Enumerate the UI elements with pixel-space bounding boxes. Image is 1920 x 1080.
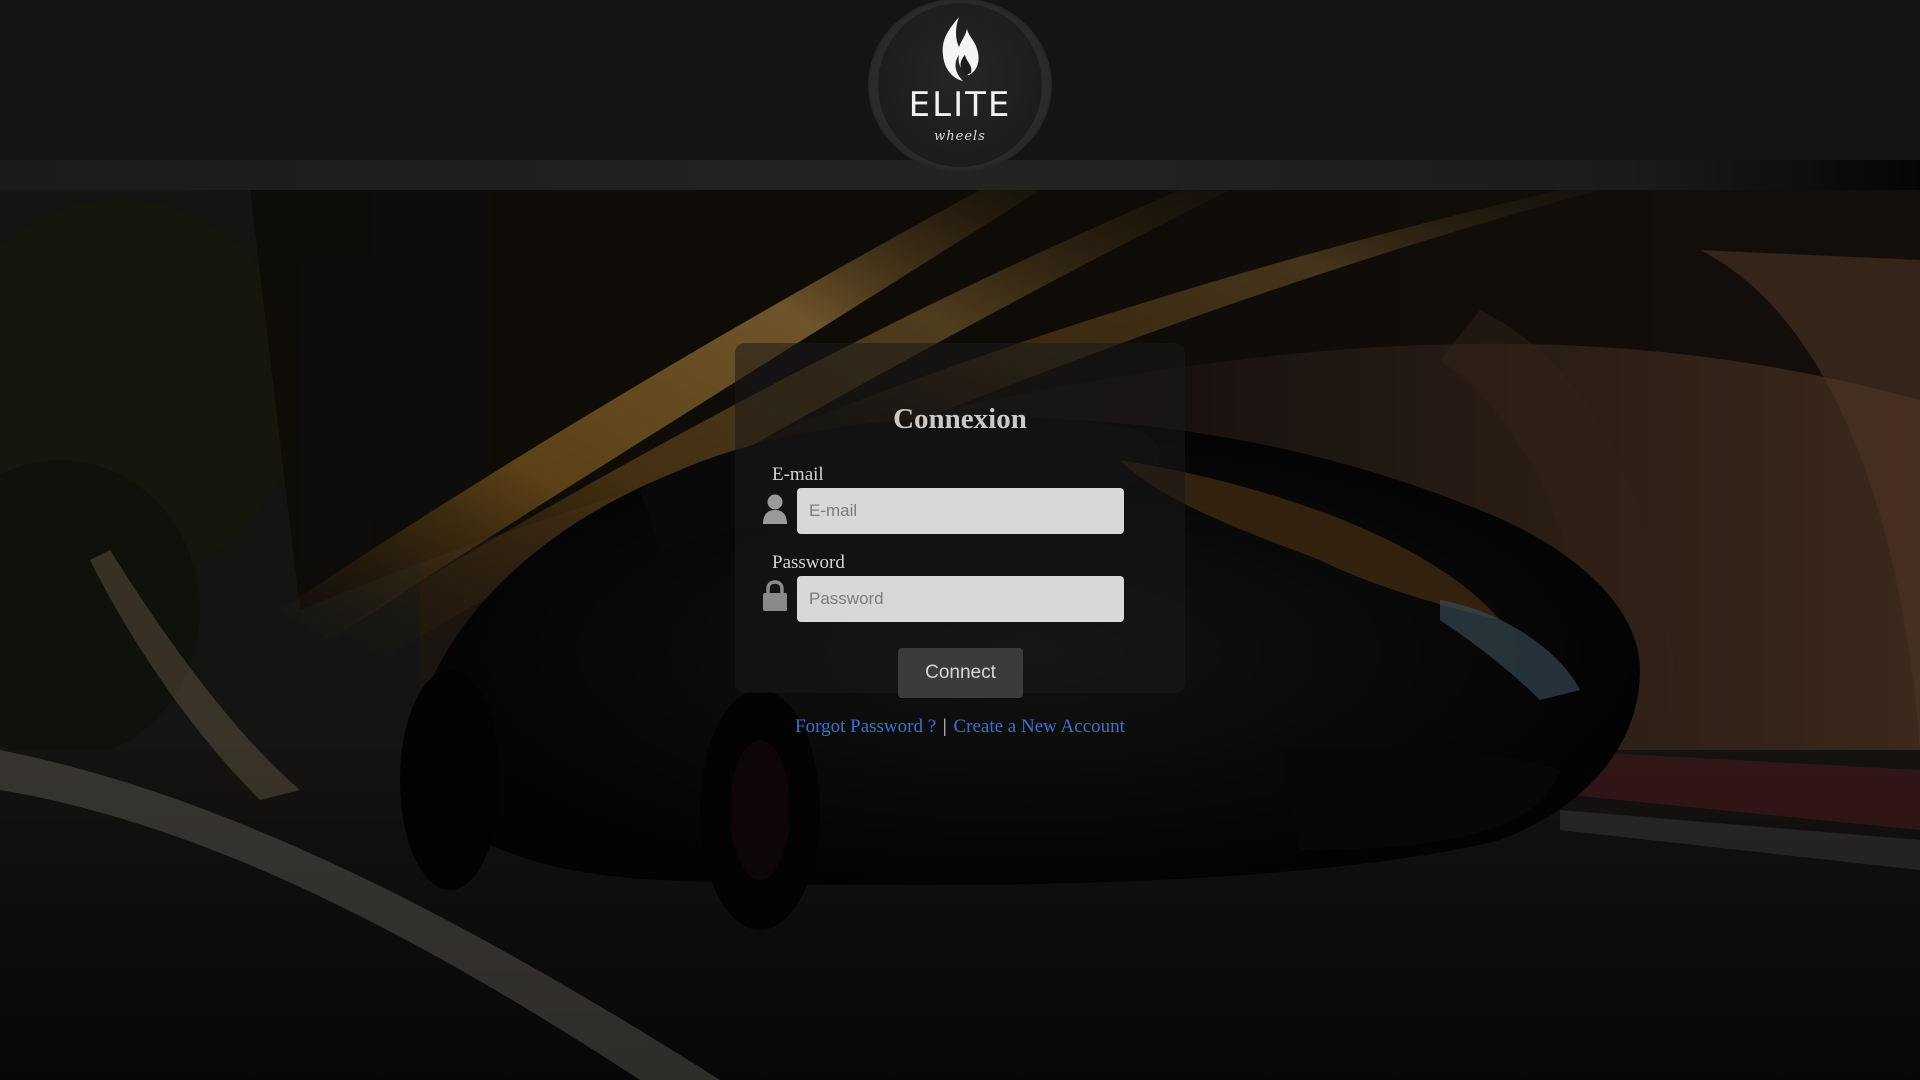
email-label: E-mail <box>772 464 824 485</box>
flame-icon <box>942 17 979 81</box>
lock-icon <box>763 580 787 611</box>
user-icon <box>763 494 787 524</box>
logo-subtitle: wheels <box>934 129 986 144</box>
password-input[interactable] <box>797 576 1124 622</box>
logo-inner: ELITE wheels <box>878 3 1042 167</box>
logo-badge[interactable]: ELITE wheels <box>870 0 1050 170</box>
create-account-link[interactable]: Create a New Account <box>953 716 1124 737</box>
login-title: Connexion <box>893 403 1027 435</box>
account-links: Forgot Password ? | Create a New Account <box>735 716 1185 738</box>
password-label: Password <box>772 552 845 573</box>
email-input[interactable] <box>797 488 1124 534</box>
forgot-password-link[interactable]: Forgot Password ? <box>795 716 936 737</box>
link-separator: | <box>942 716 947 737</box>
connect-button[interactable]: Connect <box>898 648 1023 698</box>
logo-wordmark: ELITE <box>908 85 1012 125</box>
